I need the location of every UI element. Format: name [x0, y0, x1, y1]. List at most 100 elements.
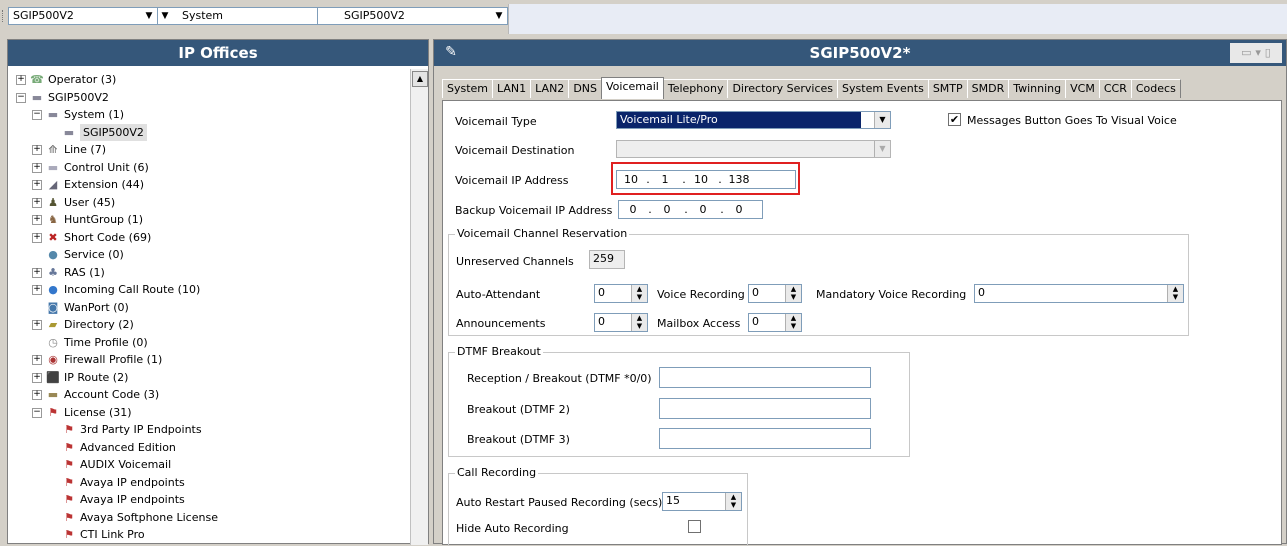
spin-arrows-icon[interactable]: ▲ ▼ — [725, 493, 741, 510]
tree-node[interactable]: + ▬ Control Unit (6) — [8, 159, 412, 177]
tree-node[interactable]: + ☎ Operator (3) — [8, 71, 412, 89]
tab-twinning[interactable]: Twinning — [1008, 79, 1067, 98]
tab-system[interactable]: System — [442, 79, 494, 98]
expand-icon[interactable]: + — [32, 162, 42, 173]
tree-scrollbar[interactable]: ▲ — [410, 69, 428, 545]
dropdown-arrow-icon[interactable]: ▼ — [157, 8, 173, 24]
tree-node[interactable]: ⚑ Avaya Softphone License — [8, 509, 412, 527]
call-recording-group: Call Recording Auto Restart Paused Recor… — [448, 466, 748, 546]
breakout-dtmf2-input[interactable] — [659, 398, 871, 419]
tree-node[interactable]: + ♣ RAS (1) — [8, 264, 412, 282]
config-item-select[interactable]: SGIP500V2 ▼ — [318, 7, 508, 25]
reception-breakout-input[interactable] — [659, 367, 871, 388]
tree-node[interactable]: + ✖ Short Code (69) — [8, 229, 412, 247]
expand-icon[interactable]: + — [16, 75, 26, 85]
tree-node-label: Advanced Edition — [80, 440, 176, 454]
ip-octet-4[interactable]: 0 — [727, 203, 751, 216]
collapse-icon[interactable]: − — [32, 110, 42, 120]
ip-octet-3[interactable]: 0 — [691, 203, 715, 216]
tree-node[interactable]: ◷ Time Profile (0) — [8, 334, 412, 352]
tab-directory-services[interactable]: Directory Services — [727, 79, 839, 98]
title-action-icons[interactable]: ▭ ▾ ▯ — [1230, 43, 1282, 63]
tree-node[interactable]: ● Service (0) — [8, 246, 412, 264]
tab-ccr[interactable]: CCR — [1098, 79, 1132, 98]
spin-arrows-icon[interactable]: ▲ ▼ — [631, 314, 647, 331]
spin-arrows-icon[interactable]: ▲ ▼ — [785, 314, 801, 331]
mailbox-access-stepper[interactable]: 0 ▲ ▼ — [748, 313, 802, 332]
expand-icon[interactable]: + — [32, 390, 42, 400]
tab-vcm[interactable]: VCM — [1065, 79, 1100, 98]
tree-node[interactable]: + ⬛ IP Route (2) — [8, 369, 412, 387]
tree-node[interactable]: + ▬ Account Code (3) — [8, 386, 412, 404]
tree-node[interactable]: + ● Incoming Call Route (10) — [8, 281, 412, 299]
expand-icon[interactable]: + — [32, 285, 42, 295]
tree-node[interactable]: ▬ SGIP500V2 — [8, 123, 412, 142]
tab-dns[interactable]: DNS — [568, 79, 602, 98]
tree-node[interactable]: − ▬ SGIP500V2 — [8, 89, 412, 107]
auto-attendant-stepper[interactable]: 0 ▲ ▼ — [594, 284, 648, 303]
tab-lan2[interactable]: LAN2 — [530, 79, 570, 98]
navigation-pane-title: IP Offices — [8, 40, 428, 66]
breakout-dtmf3-input[interactable] — [659, 428, 871, 449]
hide-auto-recording-checkbox[interactable] — [688, 520, 701, 533]
dropdown-arrow-icon[interactable]: ▼ — [141, 8, 157, 24]
tree-node[interactable]: + ◉ Firewall Profile (1) — [8, 351, 412, 369]
dropdown-arrow-icon[interactable]: ▼ — [491, 8, 507, 24]
voicemail-type-select[interactable]: Voicemail Lite/Pro ▼ — [616, 111, 891, 129]
mandatory-recording-stepper[interactable]: 0 ▲ ▼ — [974, 284, 1184, 303]
expand-icon[interactable]: + — [32, 372, 42, 383]
announcements-stepper[interactable]: 0 ▲ ▼ — [594, 313, 648, 332]
tab-codecs[interactable]: Codecs — [1130, 79, 1181, 98]
expand-icon[interactable]: + — [32, 267, 42, 278]
auto-restart-stepper[interactable]: 15 ▲ ▼ — [662, 492, 742, 511]
dropdown-arrow-icon[interactable]: ▼ — [874, 112, 890, 128]
expand-icon[interactable]: + — [32, 320, 42, 330]
expand-icon[interactable]: + — [32, 197, 42, 208]
ipoffice-select[interactable]: SGIP500V2 ▼ — [8, 7, 158, 25]
ip-octet-1[interactable]: 0 — [621, 203, 645, 216]
tree-node[interactable]: ◙ WanPort (0) — [8, 299, 412, 317]
details-pane-title-bar: ✎ SGIP500V2* ▭ ▾ ▯ — [434, 40, 1286, 66]
tree-node[interactable]: + ♟ User (45) — [8, 194, 412, 212]
config-type-select[interactable]: System ▼ — [158, 7, 318, 25]
voice-recording-stepper[interactable]: 0 ▲ ▼ — [748, 284, 802, 303]
tab-telephony[interactable]: Telephony — [662, 79, 729, 98]
expand-icon[interactable]: + — [32, 215, 42, 225]
tree-node[interactable]: + ♞ HuntGroup (1) — [8, 211, 412, 229]
tab-lan1[interactable]: LAN1 — [492, 79, 532, 98]
tree-node[interactable]: − ⚑ License (31) — [8, 404, 412, 422]
visual-voice-checkbox[interactable]: ✔ — [948, 113, 961, 126]
collapse-icon[interactable]: − — [16, 92, 26, 103]
expand-icon[interactable]: + — [32, 180, 42, 190]
tree-node[interactable]: ⚑ Avaya IP endpoints — [8, 491, 412, 509]
tab-smdr[interactable]: SMDR — [966, 79, 1010, 98]
tree-node[interactable]: ⚑ 3rd Party IP Endpoints — [8, 421, 412, 439]
tab-voicemail[interactable]: Voicemail — [601, 77, 664, 99]
tree-node[interactable]: + ⟰ Line (7) — [8, 141, 412, 159]
tree-node[interactable]: ⚑ Advanced Edition — [8, 439, 412, 457]
tab-system-events[interactable]: System Events — [837, 79, 929, 98]
tree-node[interactable]: ⚑ Avaya IP endpoints — [8, 474, 412, 492]
spin-arrows-icon[interactable]: ▲ ▼ — [785, 285, 801, 302]
tree-node-label: WanPort (0) — [64, 300, 129, 314]
dropdown-arrow-icon[interactable]: ▼ — [874, 141, 890, 157]
tree-node[interactable]: ⚑ CTI Link Pro — [8, 526, 412, 544]
tree-node[interactable]: ⚑ AUDIX Voicemail — [8, 456, 412, 474]
ip-octet-2[interactable]: 0 — [655, 203, 679, 216]
backup-ip-field[interactable]: 0 . 0 . 0 . 0 — [618, 200, 763, 219]
expand-icon[interactable]: + — [32, 355, 42, 365]
scroll-up-icon[interactable]: ▲ — [412, 71, 428, 87]
toolbar-grip[interactable] — [2, 10, 6, 22]
tree-node[interactable]: − ▬ System (1) — [8, 106, 412, 124]
tree-node[interactable]: + ◢ Extension (44) — [8, 176, 412, 194]
spin-arrows-icon[interactable]: ▲ ▼ — [1167, 285, 1183, 302]
tree-node[interactable]: + ▰ Directory (2) — [8, 316, 412, 334]
expand-icon[interactable]: + — [32, 145, 42, 155]
top-toolbar: SGIP500V2 ▼ System ▼ SGIP500V2 ▼ — [0, 0, 1287, 38]
expand-icon[interactable]: + — [32, 232, 42, 243]
collapse-icon[interactable]: − — [32, 407, 42, 418]
voicemail-destination-select[interactable]: ▼ — [616, 140, 891, 158]
spin-arrows-icon[interactable]: ▲ ▼ — [631, 285, 647, 302]
highlight-box — [611, 162, 800, 195]
tab-smtp[interactable]: SMTP — [927, 79, 968, 98]
